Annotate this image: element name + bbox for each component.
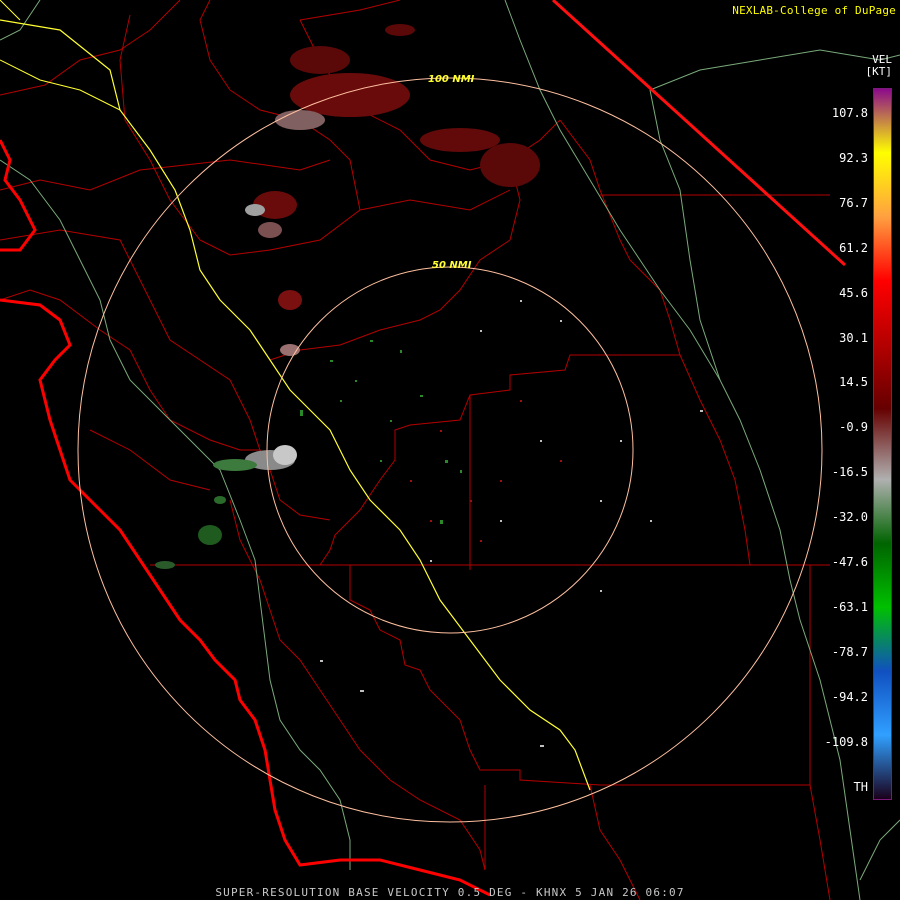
velocity-color-scale [873,88,892,800]
legend-tick-label: 61.2 [839,240,868,255]
highway [0,19,591,791]
legend-tick-label: -94.2 [831,689,868,704]
legend-tick-label: 14.5 [839,375,868,390]
credit-text: NEXLAB-College of DuPage [732,4,896,17]
legend-tick-label: -78.7 [831,644,868,659]
legend-tick-label: TH [853,779,868,794]
state-border [551,0,847,267]
radar-map: 50 NMI 100 NMI [0,0,900,900]
legend-tick-label: 76.7 [839,195,868,210]
product-caption: SUPER-RESOLUTION BASE VELOCITY 0.5 DEG -… [215,886,685,899]
range-ring-50 [266,266,634,634]
range-ring-label-100: 100 NMI [428,74,475,85]
county-boundaries [0,0,831,900]
legend-tick-label: -63.1 [831,599,868,614]
legend-tick-label: -32.0 [831,510,868,525]
legend-tick-label: 45.6 [839,285,868,300]
legend-tick-label: -16.5 [831,465,868,480]
legend-unit: [KT] [865,65,893,78]
legend-tick-label: 107.8 [831,106,868,120]
legend-tick-label: 92.3 [839,150,868,165]
legend-tick-label: 30.1 [839,330,868,345]
range-ring-label-50: 50 NMI [432,260,472,271]
legend-tick-label: -109.8 [824,734,868,749]
legend-tick-label: -47.6 [831,555,868,569]
legend-tick-label: -0.9 [839,420,868,435]
